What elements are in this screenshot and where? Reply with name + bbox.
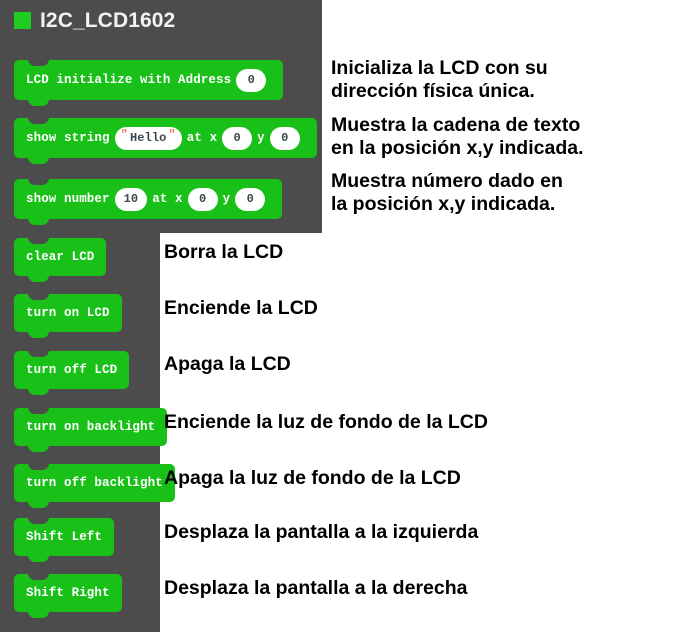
- annotation-lcd-initialize: Inicializa la LCD con su dirección físic…: [331, 57, 548, 102]
- block-label-y: y: [222, 192, 231, 206]
- block-label-at-x: at x: [152, 192, 183, 206]
- category-color-swatch-icon: [14, 12, 31, 29]
- block-label: show string: [26, 131, 110, 145]
- screenshot-root: I2C_LCD1602 LCD initialize with Address …: [0, 0, 675, 632]
- annotation-turn-on-lcd: Enciende la LCD: [164, 297, 318, 319]
- block-label: show number: [26, 192, 110, 206]
- block-turn-on-backlight[interactable]: turn on backlight: [14, 407, 168, 452]
- block-label: turn on backlight: [26, 420, 156, 434]
- block-label: LCD initialize with Address: [26, 73, 232, 87]
- x-input-field[interactable]: 0: [187, 187, 218, 211]
- block-shift-right[interactable]: Shift Right: [14, 573, 122, 618]
- string-input-field[interactable]: " Hello ": [114, 126, 182, 150]
- block-label: turn on LCD: [26, 306, 110, 320]
- x-input-field[interactable]: 0: [222, 126, 253, 150]
- annotation-show-number: Muestra número dado en la posición x,y i…: [331, 170, 563, 215]
- close-quote-icon: ": [168, 128, 176, 142]
- block-clear-lcd[interactable]: clear LCD: [14, 237, 107, 282]
- annotation-turn-off-backlight: Apaga la luz de fondo de la LCD: [164, 467, 461, 489]
- annotation-show-string: Muestra la cadena de texto en la posició…: [331, 114, 584, 159]
- number-input-field[interactable]: 10: [114, 187, 148, 211]
- y-input-field[interactable]: 0: [235, 187, 266, 211]
- annotation-shift-right: Desplaza la pantalla a la derecha: [164, 577, 468, 599]
- block-label-y: y: [257, 131, 265, 145]
- block-label-at-x: at x: [186, 131, 218, 145]
- block-label: turn off backlight: [26, 476, 163, 490]
- open-quote-icon: ": [120, 128, 128, 142]
- block-turn-off-lcd[interactable]: turn off LCD: [14, 350, 130, 395]
- block-lcd-initialize[interactable]: LCD initialize with Address 0: [14, 59, 284, 106]
- y-input-field[interactable]: 0: [269, 126, 300, 150]
- address-input-field[interactable]: 0: [236, 68, 267, 92]
- block-turn-off-backlight[interactable]: turn off backlight: [14, 463, 175, 508]
- block-label: clear LCD: [26, 250, 95, 264]
- block-label: Shift Right: [26, 586, 110, 600]
- block-shift-left[interactable]: Shift Left: [14, 517, 115, 562]
- annotation-shift-left: Desplaza la pantalla a la izquierda: [164, 521, 479, 543]
- block-show-number[interactable]: show number 10 at x 0 y 0: [14, 178, 283, 225]
- annotation-turn-off-lcd: Apaga la LCD: [164, 353, 291, 375]
- annotation-clear-lcd: Borra la LCD: [164, 241, 284, 263]
- block-label: turn off LCD: [26, 363, 118, 377]
- category-title: I2C_LCD1602: [40, 9, 176, 32]
- string-value: Hello: [129, 131, 167, 145]
- block-turn-on-lcd[interactable]: turn on LCD: [14, 293, 122, 338]
- annotation-turn-on-backlight: Enciende la luz de fondo de la LCD: [164, 411, 488, 433]
- block-show-string[interactable]: show string " Hello " at x 0 y 0: [14, 117, 317, 164]
- block-label: Shift Left: [26, 530, 103, 544]
- category-header: I2C_LCD1602: [14, 10, 175, 31]
